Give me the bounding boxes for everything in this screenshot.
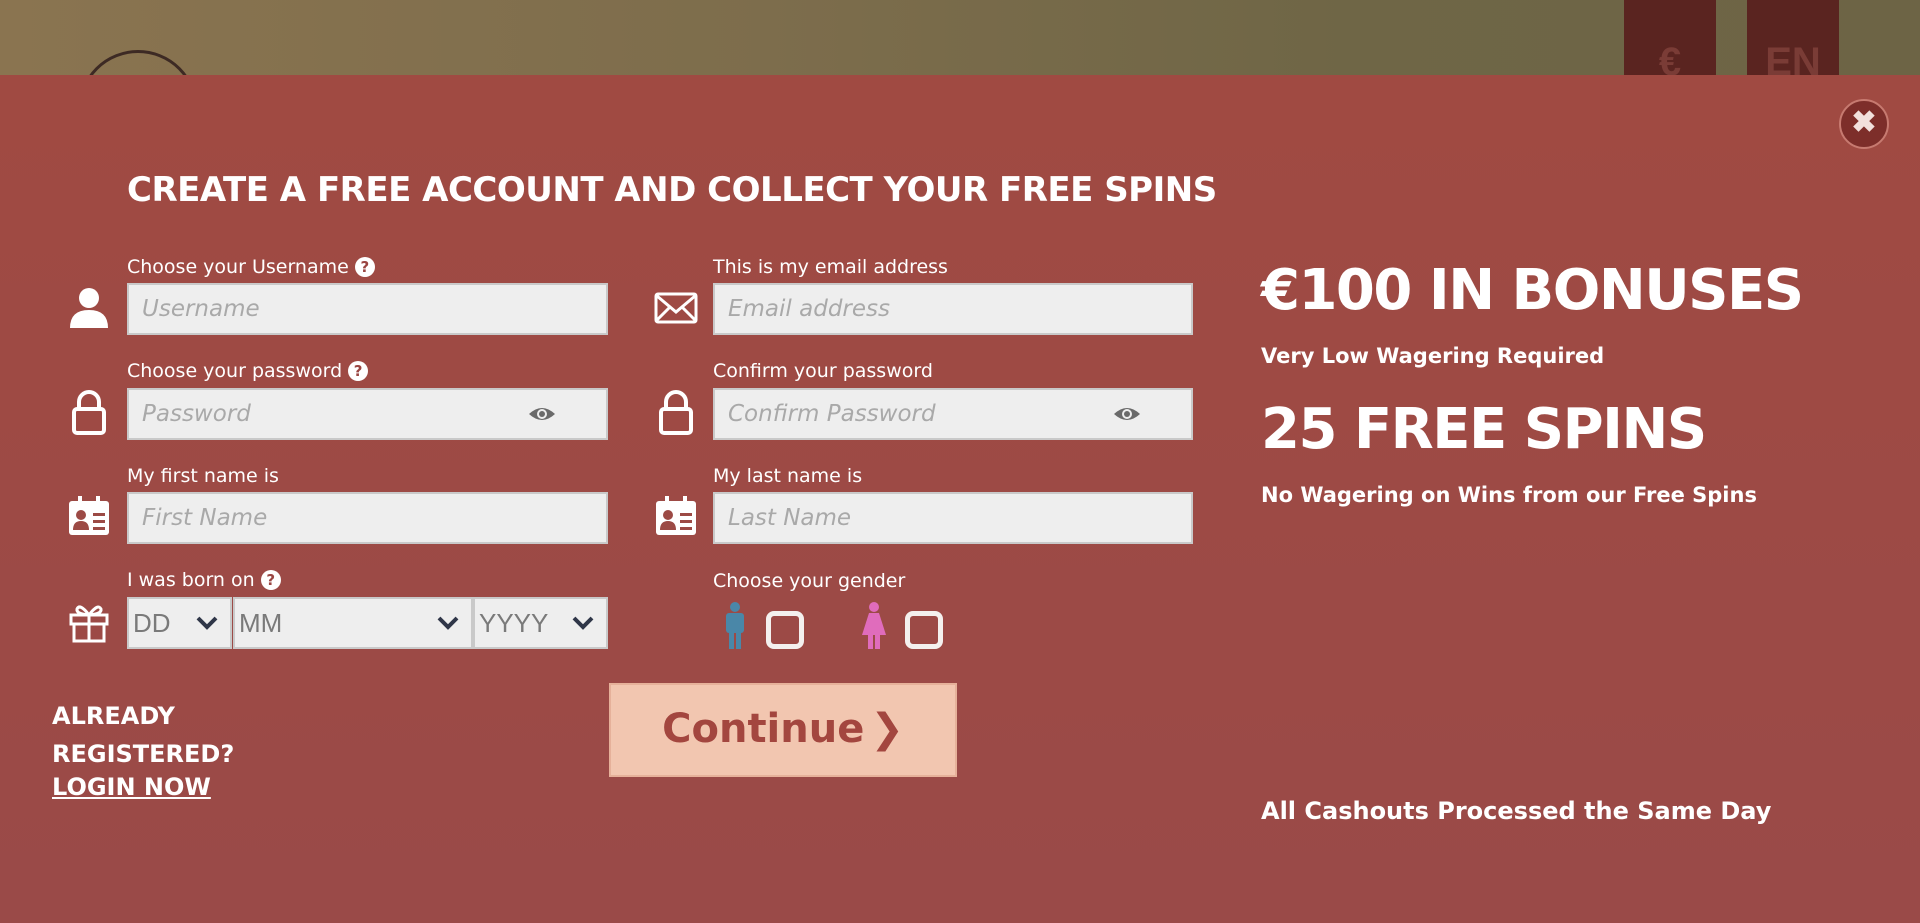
female-icon (862, 602, 886, 649)
email-placeholder: Email address (728, 296, 890, 322)
free-spins-subtext: No Wagering on Wins from our Free Spins (1261, 483, 1757, 507)
already-registered-line1: ALREADY (52, 702, 175, 730)
confirm-password-input[interactable]: Confirm Password (713, 388, 1193, 440)
lock-icon (659, 390, 693, 435)
first-name-placeholder: First Name (142, 505, 268, 531)
birth-year-select[interactable]: YYYY (473, 597, 608, 649)
chevron-right-icon: ❯ (870, 706, 904, 752)
male-icon (726, 602, 744, 649)
password-label-text: Choose your password (127, 360, 343, 382)
bonus-headline: €100 IN BONUSES (1261, 258, 1804, 323)
password-input[interactable]: Password (127, 388, 608, 440)
username-label: Choose your Username? (127, 256, 375, 278)
email-input[interactable]: Email address (713, 283, 1193, 335)
email-label: This is my email address (713, 256, 948, 278)
show-confirm-password-eye-icon[interactable] (1113, 405, 1141, 423)
username-label-text: Choose your Username (127, 256, 349, 278)
cashout-text: All Cashouts Processed the Same Day (1261, 797, 1772, 825)
chevron-down-icon (437, 616, 459, 630)
language-tab[interactable]: EN (1747, 0, 1839, 82)
user-icon (70, 288, 108, 328)
password-placeholder: Password (142, 401, 251, 427)
confirm-password-label: Confirm your password (713, 360, 933, 382)
password-label: Choose your password? (127, 360, 369, 382)
birth-month-select[interactable]: MM (233, 597, 473, 649)
chevron-down-icon (196, 616, 218, 630)
birth-day-select[interactable]: DD (127, 597, 232, 649)
username-input[interactable]: Username (127, 283, 608, 335)
modal-title: CREATE A FREE ACCOUNT AND COLLECT YOUR F… (127, 170, 1217, 210)
birth-help-icon[interactable]: ? (260, 570, 281, 590)
already-registered-line2: REGISTERED? (52, 740, 235, 768)
last-name-input[interactable]: Last Name (713, 492, 1193, 544)
password-help-icon[interactable]: ? (348, 361, 369, 381)
continue-label: Continue (662, 706, 865, 752)
female-checkbox[interactable] (905, 611, 943, 649)
birth-day-value: DD (133, 608, 171, 638)
first-name-label: My first name is (127, 465, 279, 487)
gift-icon (69, 605, 109, 643)
id-card-icon (69, 496, 109, 535)
male-checkbox[interactable] (766, 611, 804, 649)
last-name-placeholder: Last Name (728, 505, 852, 531)
last-name-label: My last name is (713, 465, 863, 487)
username-placeholder: Username (142, 296, 260, 322)
birth-label-text: I was born on (127, 569, 255, 591)
continue-button[interactable]: Continue ❯ (609, 683, 957, 777)
id-card-icon (656, 496, 696, 535)
already-registered-text: ALREADY REGISTERED? (52, 697, 234, 773)
envelope-icon (654, 292, 698, 324)
gender-label: Choose your gender (713, 570, 906, 592)
chevron-down-icon (572, 616, 594, 630)
birth-year-value: YYYY (479, 608, 549, 638)
show-password-eye-icon[interactable] (528, 405, 556, 423)
birth-month-value: MM (239, 608, 283, 638)
free-spins-headline: 25 FREE SPINS (1261, 397, 1707, 462)
close-modal-button[interactable]: ✖ (1839, 99, 1889, 149)
login-now-link[interactable]: LOGIN NOW (52, 773, 211, 801)
currency-tab[interactable]: € (1624, 0, 1716, 82)
confirm-password-placeholder: Confirm Password (728, 401, 936, 427)
birth-label: I was born on? (127, 569, 281, 591)
username-help-icon[interactable]: ? (354, 257, 375, 277)
bonus-subtext: Very Low Wagering Required (1261, 344, 1605, 368)
first-name-input[interactable]: First Name (127, 492, 608, 544)
lock-icon (72, 390, 106, 435)
